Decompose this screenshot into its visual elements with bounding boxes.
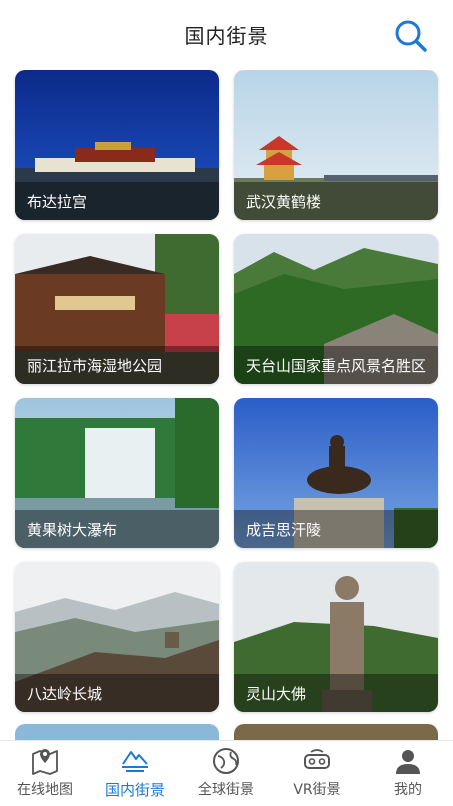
scenic-card-lingshan[interactable]: 灵山大佛 [234, 562, 438, 712]
scenic-card-potala[interactable]: 布达拉宫 [15, 70, 219, 220]
scenic-card-lashihai[interactable]: 丽江拉市海湿地公园 [15, 234, 219, 384]
scenic-grid: 布达拉宫 武汉黄鹤楼 丽江拉市海湿地公园 天台山国家重点风景名胜区 黄果树大瀑布… [0, 70, 453, 740]
tab-domestic-streetview[interactable]: 国内街景 [90, 741, 180, 806]
tab-label: 我的 [394, 782, 422, 798]
scenic-card-yellow-crane[interactable]: 武汉黄鹤楼 [234, 70, 438, 220]
mountain-icon [122, 751, 148, 772]
tab-vr-streetview[interactable]: VR街景 [272, 741, 362, 806]
tab-label: 国内街景 [104, 781, 165, 799]
scenic-card-label: 灵山大佛 [246, 685, 307, 703]
page-title: 国内街景 [184, 24, 269, 48]
scenic-card-label: 武汉黄鹤楼 [246, 193, 322, 211]
globe-icon [213, 748, 239, 774]
scenic-card-label: 丽江拉市海湿地公园 [27, 357, 163, 375]
scenic-card-label: 成吉思汗陵 [246, 521, 322, 539]
scenic-card-tiantai[interactable]: 天台山国家重点风景名胜区 [234, 234, 438, 384]
tab-online-map[interactable]: 在线地图 [0, 741, 90, 806]
vr-headset-icon [304, 749, 330, 769]
scenic-card-label: 八达岭长城 [27, 685, 103, 703]
tab-label: VR街景 [293, 782, 341, 798]
top-bar: 国内街景 [0, 0, 453, 70]
scenic-card-label: 黄果树大瀑布 [27, 521, 118, 539]
tab-label: 在线地图 [17, 782, 73, 798]
tab-global-streetview[interactable]: 全球街景 [181, 741, 271, 806]
scenic-card-label: 布达拉宫 [27, 193, 88, 211]
person-icon [396, 750, 420, 774]
map-pin-icon [32, 749, 58, 775]
scenic-card-label: 天台山国家重点风景名胜区 [246, 357, 427, 375]
tab-mine[interactable]: 我的 [363, 741, 453, 806]
scenic-card-genghis[interactable]: 成吉思汗陵 [234, 398, 438, 548]
bottom-tab-bar: 在线地图 国内街景 全球街景 VR街景 我的 [0, 740, 453, 806]
tab-label: 全球街景 [198, 782, 254, 798]
scenic-card-huangguoshu[interactable]: 黄果树大瀑布 [15, 398, 219, 548]
search-icon[interactable] [393, 18, 429, 54]
scenic-card-badaling[interactable]: 八达岭长城 [15, 562, 219, 712]
